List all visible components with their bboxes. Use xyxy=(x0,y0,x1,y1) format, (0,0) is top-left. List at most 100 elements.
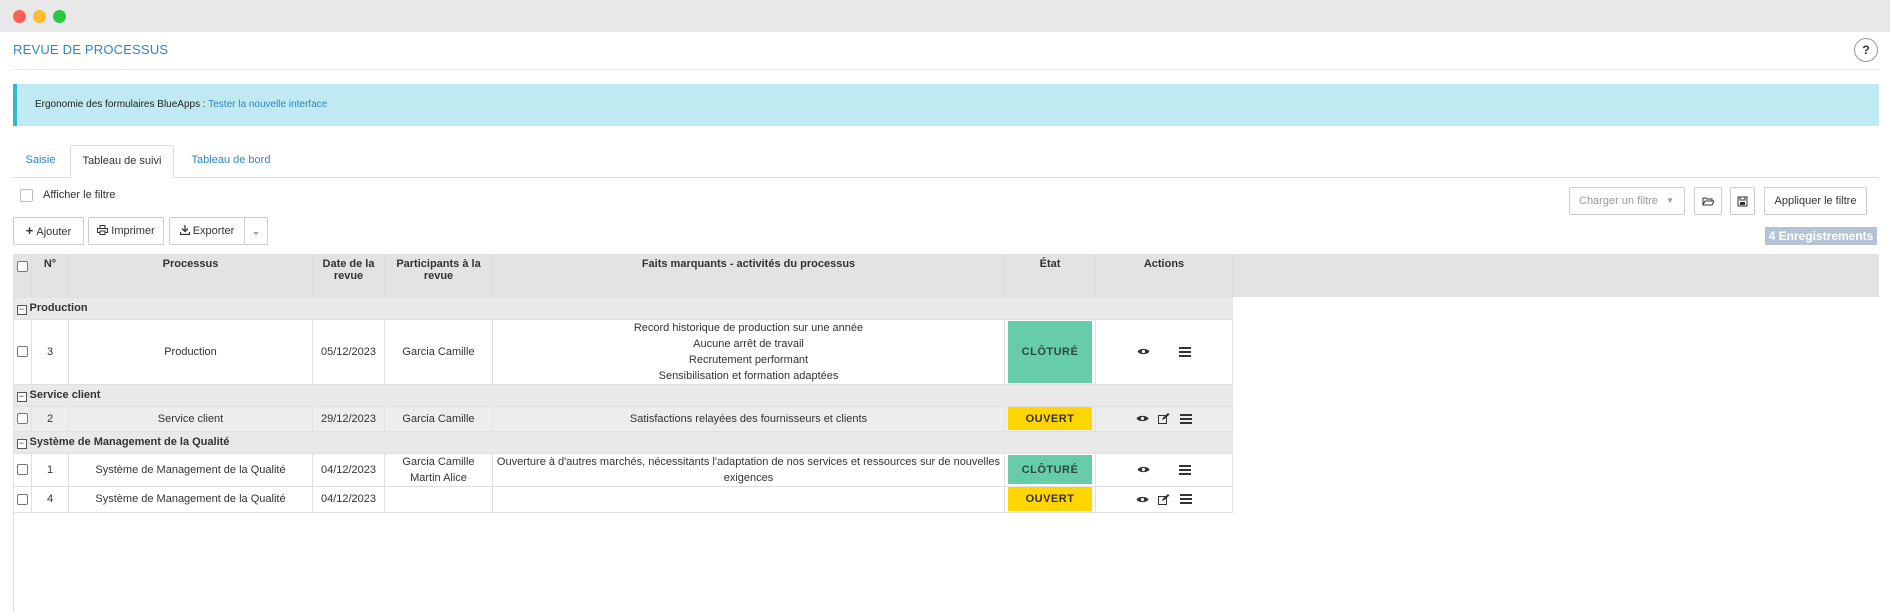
participant: Garcia Camille xyxy=(402,345,475,358)
tab-tableau-de-bord[interactable]: Tableau de bord xyxy=(176,145,286,178)
group-name: Service client xyxy=(29,389,101,401)
col-header-facts[interactable]: Faits marquants - activités du processus xyxy=(492,254,1005,297)
load-filter-select[interactable]: Charger un filtre ▼ xyxy=(1569,187,1685,215)
row-checkbox[interactable] xyxy=(17,413,28,425)
col-header-date[interactable]: Date de la revue xyxy=(312,254,385,297)
participant: Garcia Camille xyxy=(402,455,475,468)
table-row[interactable]: 4 Système de Management de la Qualité 04… xyxy=(13,485,1233,513)
view-eye-icon[interactable] xyxy=(1132,343,1154,359)
fact-line: Sensibilisation et formation adaptées xyxy=(658,369,839,382)
maximize-window-button[interactable] xyxy=(53,10,66,23)
group-row-service-client: − Service client xyxy=(13,383,1233,407)
cell-facts: Satisfactions relayées des fournisseurs … xyxy=(492,405,1005,432)
fact-line: Satisfactions relayées des fournisseurs … xyxy=(629,412,868,425)
minimize-window-button[interactable] xyxy=(33,10,46,23)
edit-icon[interactable] xyxy=(1153,410,1175,426)
process-review-table: N° Processus Date de la revue Participan… xyxy=(13,254,1233,513)
status-badge: CLÔTURÉ xyxy=(1008,455,1092,484)
download-icon xyxy=(179,225,190,236)
close-window-button[interactable] xyxy=(13,10,26,23)
cell-process: Production xyxy=(68,318,313,385)
col-header-process[interactable]: Processus xyxy=(68,254,313,297)
table-row[interactable]: 1 Système de Management de la Qualité 04… xyxy=(13,452,1233,487)
show-filter-checkbox[interactable] xyxy=(20,189,33,202)
status-badge: OUVERT xyxy=(1008,407,1092,430)
cell-date: 29/12/2023 xyxy=(312,405,385,432)
show-filter-label: Afficher le filtre xyxy=(43,189,116,201)
cell-num: 3 xyxy=(31,318,69,385)
col-header-participants[interactable]: Participants à la revue xyxy=(384,254,493,297)
cell-facts: Ouverture à d'autres marchés, nécessitan… xyxy=(492,452,1005,487)
group-name: Système de Management de la Qualité xyxy=(29,436,230,448)
save-filter-button[interactable] xyxy=(1730,187,1755,215)
select-all-cell xyxy=(13,254,32,297)
table-row[interactable]: 3 Production 05/12/2023 Garcia Camille R… xyxy=(13,318,1233,385)
records-count-badge: 4 Enregistrements xyxy=(1765,227,1877,245)
menu-hamburger-icon[interactable] xyxy=(1174,343,1196,359)
group-row-smq: − Système de Management de la Qualité xyxy=(13,430,1233,454)
group-name: Production xyxy=(29,302,88,314)
cell-process: Système de Management de la Qualité xyxy=(68,452,313,487)
collapse-group-icon[interactable]: − xyxy=(16,439,27,449)
open-filter-button[interactable] xyxy=(1694,187,1722,215)
view-eye-icon[interactable] xyxy=(1132,461,1154,477)
cell-date: 05/12/2023 xyxy=(312,318,385,385)
export-button[interactable]: Exporter xyxy=(169,217,245,245)
cell-actions xyxy=(1095,318,1233,385)
print-label: Imprimer xyxy=(111,225,155,237)
print-button[interactable]: Imprimer xyxy=(88,217,164,245)
collapse-group-icon[interactable]: − xyxy=(16,392,27,402)
participant: Garcia Camille xyxy=(402,412,475,425)
col-header-num[interactable]: N° xyxy=(31,254,69,297)
row-checkbox[interactable] xyxy=(17,346,28,358)
cell-actions xyxy=(1095,485,1233,513)
cell-process: Système de Management de la Qualité xyxy=(68,485,313,513)
cell-date: 04/12/2023 xyxy=(312,485,385,513)
cell-facts: Record historique de production sur une … xyxy=(492,318,1005,385)
view-eye-icon[interactable] xyxy=(1131,410,1153,426)
add-button[interactable]: + Ajouter xyxy=(13,217,84,245)
tab-saisie[interactable]: Saisie xyxy=(13,145,68,178)
status-badge: CLÔTURÉ xyxy=(1008,320,1092,383)
window-titlebar xyxy=(0,0,1890,32)
help-button[interactable]: ? xyxy=(1854,38,1878,62)
row-checkbox[interactable] xyxy=(17,493,28,505)
plus-icon: + xyxy=(25,223,34,238)
cell-state: OUVERT xyxy=(1004,405,1096,432)
apply-filter-button[interactable]: Appliquer le filtre xyxy=(1764,187,1867,215)
table-row[interactable]: 2 Service client 29/12/2023 Garcia Camil… xyxy=(13,405,1233,432)
table-header-row: N° Processus Date de la revue Participan… xyxy=(13,254,1233,297)
caret-down-icon: ▼ xyxy=(1666,196,1674,205)
folder-open-icon xyxy=(1702,197,1715,206)
tab-bar: Saisie Tableau de suivi Tableau de bord xyxy=(13,145,1879,178)
cell-participants: Garcia Camille xyxy=(384,405,493,432)
col-header-state[interactable]: État xyxy=(1004,254,1096,297)
menu-hamburger-icon[interactable] xyxy=(1174,461,1196,477)
export-label: Exporter xyxy=(192,225,235,237)
tab-tableau-de-suivi[interactable]: Tableau de suivi xyxy=(70,145,174,178)
cell-num: 4 xyxy=(31,485,69,513)
fact-line: Recrutement performant xyxy=(688,353,809,366)
collapse-group-icon[interactable]: − xyxy=(16,305,27,315)
edit-icon[interactable] xyxy=(1153,491,1175,507)
menu-hamburger-icon[interactable] xyxy=(1175,410,1197,426)
row-checkbox[interactable] xyxy=(17,464,28,476)
view-eye-icon[interactable] xyxy=(1131,491,1153,507)
cell-facts xyxy=(492,485,1005,513)
cell-num: 1 xyxy=(31,452,69,487)
col-header-actions: Actions xyxy=(1095,254,1233,297)
status-badge: OUVERT xyxy=(1008,487,1092,511)
cell-state: OUVERT xyxy=(1004,485,1096,513)
info-alert: Ergonomie des formulaires BlueApps : Tes… xyxy=(13,84,1879,126)
export-options-dropdown[interactable]: ⌄ xyxy=(244,217,268,245)
menu-hamburger-icon[interactable] xyxy=(1175,491,1197,507)
cell-state: CLÔTURÉ xyxy=(1004,318,1096,385)
cell-actions xyxy=(1095,452,1233,487)
fact-line: Ouverture à d'autres marchés, nécessitan… xyxy=(496,455,1001,484)
fact-line: Aucune arrêt de travail xyxy=(693,337,804,350)
cell-state: CLÔTURÉ xyxy=(1004,452,1096,487)
alert-text: Ergonomie des formulaires BlueApps : xyxy=(35,99,209,110)
select-all-checkbox[interactable] xyxy=(16,260,28,272)
load-filter-placeholder: Charger un filtre xyxy=(1579,195,1658,207)
new-interface-link[interactable]: Tester la nouvelle interface xyxy=(208,99,327,110)
